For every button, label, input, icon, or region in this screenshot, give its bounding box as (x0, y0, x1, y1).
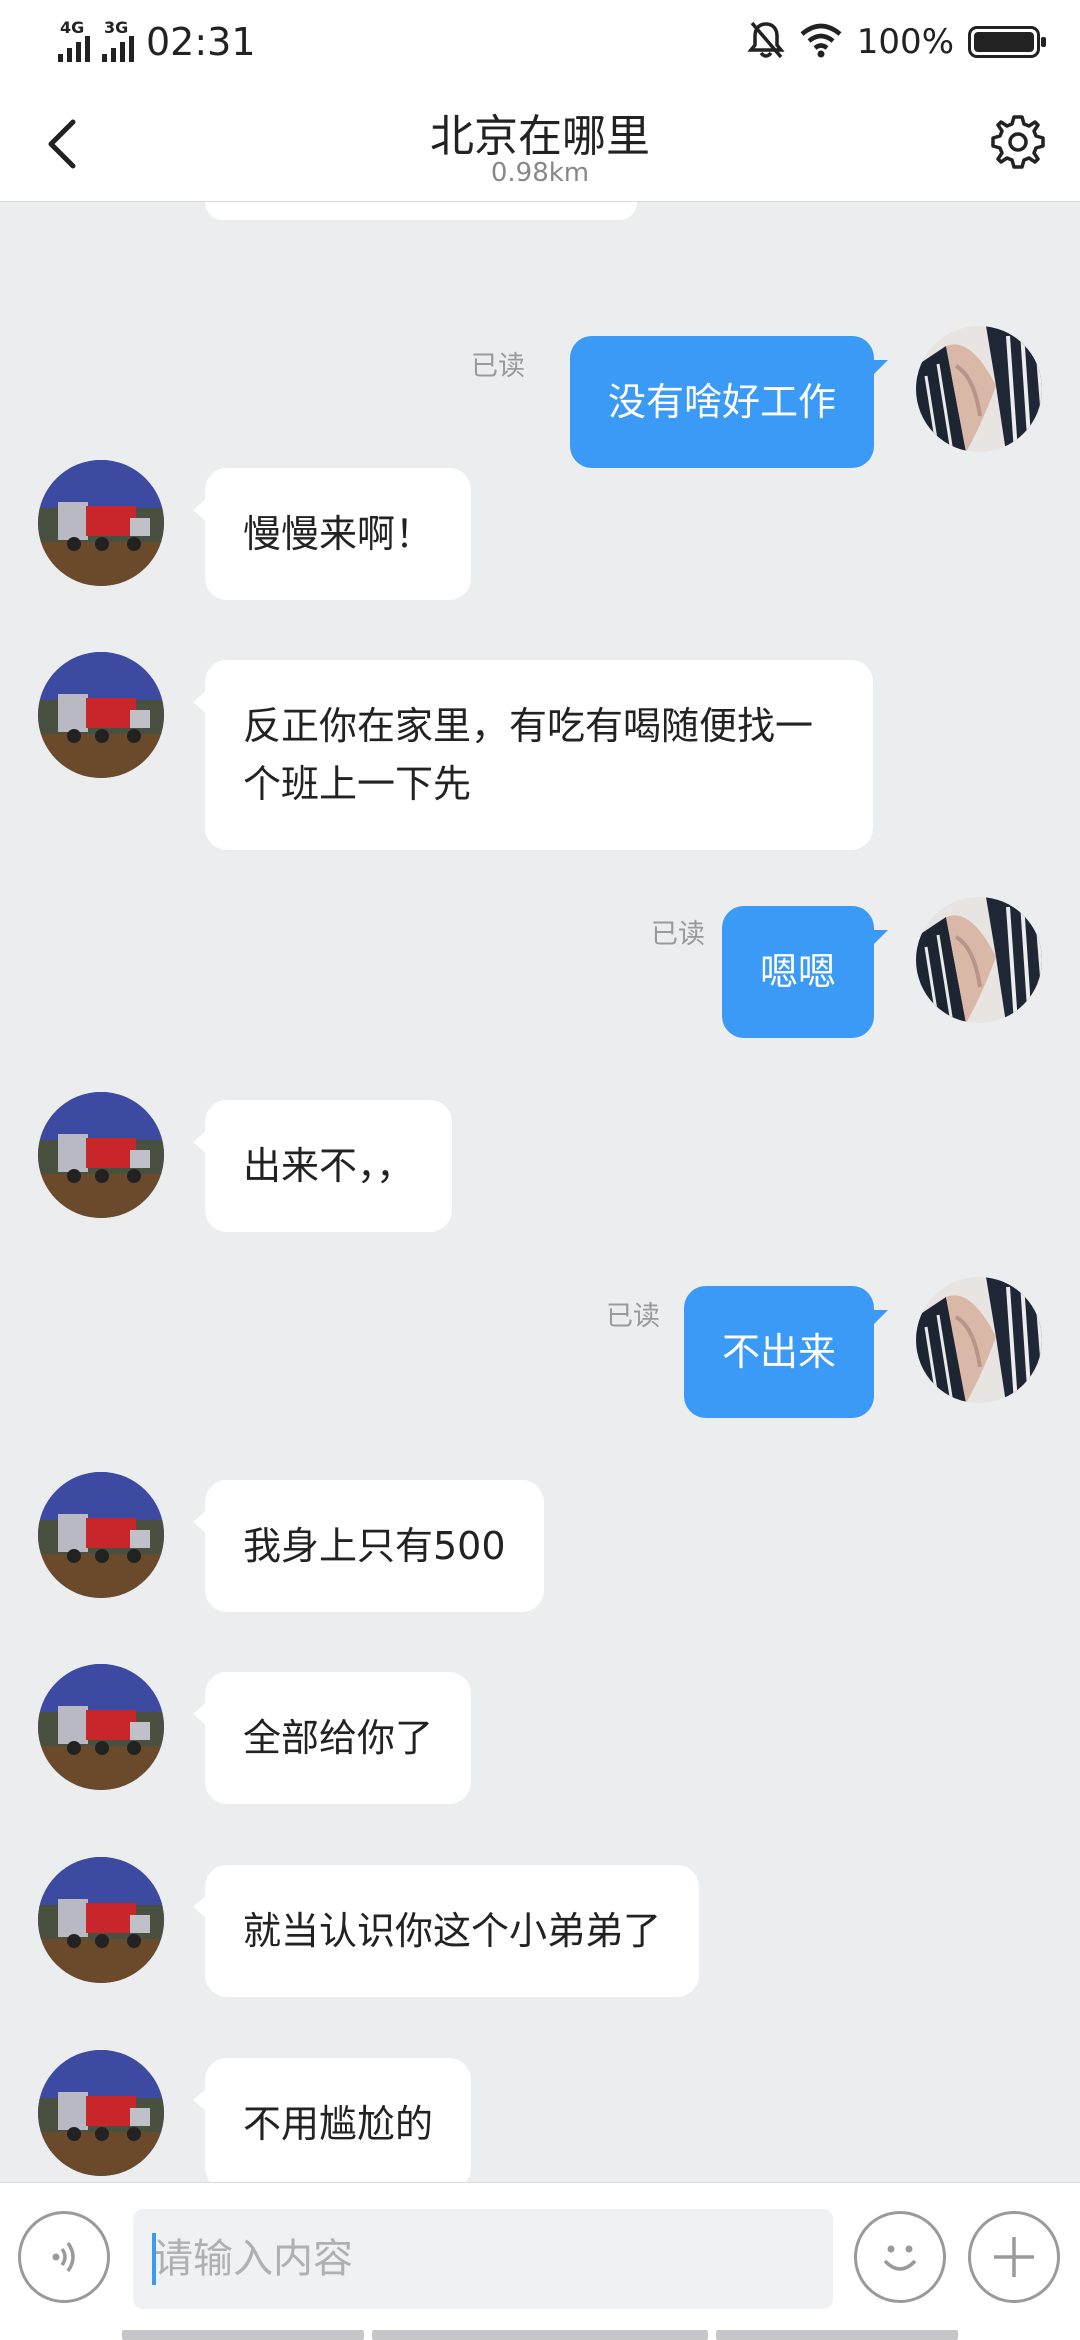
message-input[interactable] (133, 2209, 833, 2309)
avatar-image (38, 2050, 164, 2176)
message-bubble[interactable]: 没有啥好工作 (569, 336, 889, 468)
voice-icon (52, 2241, 75, 2273)
message-bubble[interactable]: 不用尴尬的 (192, 2058, 472, 2182)
message-bubble[interactable]: 我身上只有500 (193, 1480, 544, 1612)
status-bar: 4G 3G 02:31 100% (0, 0, 1080, 84)
settings-button[interactable] (982, 106, 1054, 178)
message-bubble[interactable]: 全部给你了 (192, 1672, 472, 1804)
battery-percentage: 100% (856, 22, 954, 62)
status-indicators: 100% (747, 20, 1046, 64)
avatar-self[interactable] (916, 326, 1042, 452)
avatar-image (916, 326, 1042, 452)
avatar-contact[interactable] (38, 1664, 164, 1790)
emoji-icon (883, 2245, 917, 2271)
message-list[interactable]: 已读 没有啥好工作 慢慢来啊！ 反正你在家里，有吃有喝随便找一个班上一下先 已读… (0, 202, 1080, 2182)
message-bubble-partial (205, 202, 637, 220)
keyboard-edge (0, 2330, 1080, 2340)
avatar-contact[interactable] (38, 1857, 164, 1983)
avatar-image (38, 1092, 164, 1218)
signal-icon: 4G (58, 18, 90, 62)
voice-button[interactable] (18, 2211, 110, 2303)
more-button[interactable] (968, 2211, 1060, 2303)
read-status: 已读 (606, 1301, 660, 1332)
input-bar (0, 2182, 1080, 2340)
gear-icon (991, 115, 1045, 169)
avatar-contact[interactable] (38, 460, 164, 586)
avatar-image (38, 1664, 164, 1790)
avatar-self[interactable] (916, 897, 1042, 1023)
avatar-self[interactable] (916, 1277, 1042, 1403)
battery-icon (968, 26, 1046, 58)
message-bubble[interactable]: 不出来 (683, 1286, 889, 1418)
avatar-image (916, 1277, 1042, 1403)
avatar-image (38, 1472, 164, 1598)
message-bubble[interactable]: 就当认识你这个小弟弟了 (192, 1865, 700, 1997)
avatar-contact[interactable] (38, 1092, 164, 1218)
text-caret (152, 2233, 156, 2285)
avatar-contact[interactable] (38, 2050, 164, 2176)
chat-header: 北京在哪里 0.98km (0, 84, 1080, 202)
message-bubble[interactable]: 出来不，， (192, 1100, 453, 1232)
avatar-contact[interactable] (38, 652, 164, 778)
message-bubble[interactable]: 慢慢来啊！ (192, 468, 472, 600)
read-status: 已读 (471, 351, 525, 382)
read-status: 已读 (651, 919, 705, 950)
mute-bell-icon (747, 20, 785, 64)
avatar-image (916, 897, 1042, 1023)
message-bubble[interactable]: 反正你在家里，有吃有喝随便找一个班上一下先 (193, 660, 873, 850)
avatar-image (38, 460, 164, 586)
signal-icon: 3G (102, 18, 134, 62)
status-time: 02:31 (146, 20, 256, 64)
emoji-button[interactable] (854, 2211, 946, 2303)
wifi-icon (799, 22, 843, 62)
chat-title: 北京在哪里 (430, 111, 650, 162)
avatar-contact[interactable] (38, 1472, 164, 1598)
avatar-image (38, 1857, 164, 1983)
chat-screen: 4G 3G 02:31 100% 北京在哪里 0.98km 已读 没有啥好工作 … (0, 0, 1080, 2340)
avatar-image (38, 652, 164, 778)
chat-distance: 0.98km (490, 158, 590, 188)
network-type-label: 4G (60, 18, 85, 37)
plus-icon (994, 2237, 1034, 2277)
message-bubble[interactable]: 嗯嗯 (721, 906, 889, 1038)
network-type-label: 3G (104, 18, 129, 37)
